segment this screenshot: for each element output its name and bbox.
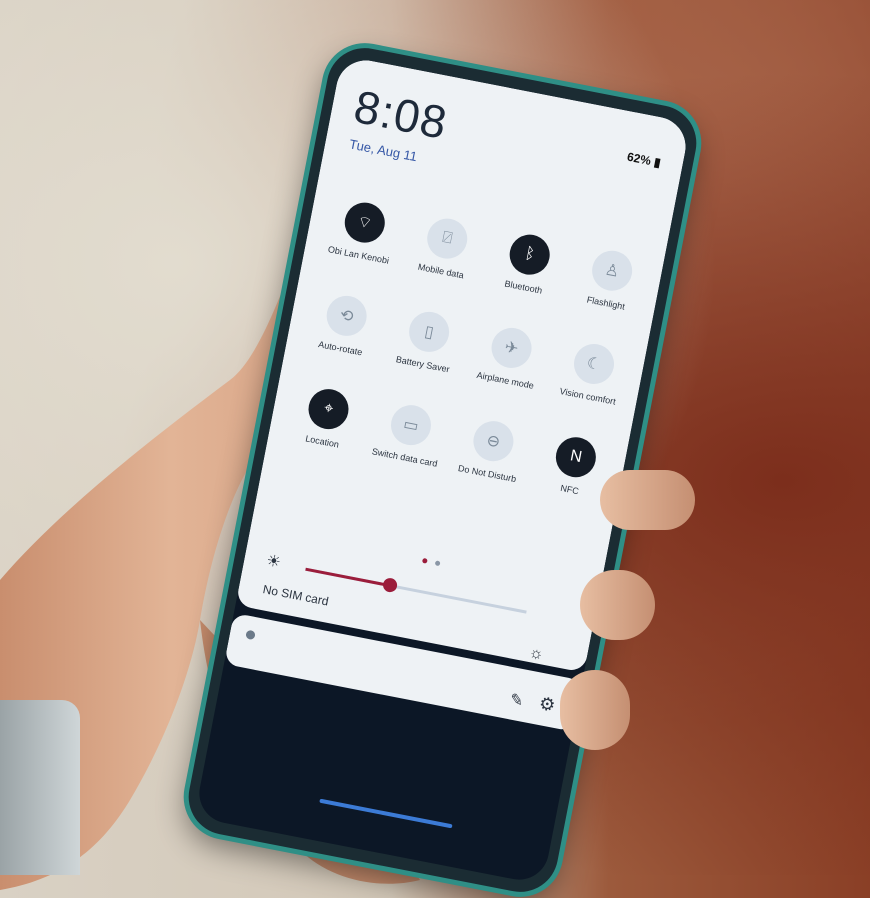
tile-label: Location — [304, 433, 340, 450]
tile-label: Flashlight — [585, 294, 626, 312]
tile-switch-data-card[interactable]: ▭ Switch data card — [362, 398, 456, 471]
nfc-icon: N — [552, 433, 600, 481]
auto-brightness-icon[interactable]: ☼ — [527, 644, 545, 664]
tile-bluetooth[interactable]: ᛒ Bluetooth — [481, 227, 575, 300]
page-dot-active — [421, 557, 428, 564]
battery-status: 62% ▮ — [626, 150, 662, 170]
tile-mobile-data[interactable]: ⍁ Mobile data — [399, 211, 493, 284]
tile-label: Vision comfort — [558, 386, 617, 407]
wifi-icon: ⌔ — [341, 199, 389, 247]
brightness-track[interactable] — [305, 567, 527, 614]
tile-label: Do Not Disturb — [457, 463, 518, 485]
flashlight-icon: ♙ — [588, 247, 636, 295]
tile-vision-comfort[interactable]: ☾ Vision comfort — [546, 336, 640, 409]
tile-airplane-mode[interactable]: ✈ Airplane mode — [463, 320, 557, 393]
tile-battery-saver[interactable]: ▯ Battery Saver — [381, 304, 475, 377]
battery-saver-icon: ▯ — [405, 308, 453, 356]
tile-label: Mobile data — [417, 261, 465, 281]
brightness-fill — [305, 567, 390, 587]
moon-icon: ☾ — [570, 340, 618, 388]
sim-status: No SIM card — [261, 582, 330, 609]
home-indicator[interactable] — [319, 798, 453, 829]
tile-wifi[interactable]: ⌔ Obi Lan Kenobi — [316, 195, 410, 268]
mobile-data-icon: ⍁ — [423, 215, 471, 263]
do-not-disturb-icon: ⊖ — [469, 417, 517, 465]
sim-card-icon: ▭ — [387, 401, 435, 449]
finger — [580, 570, 655, 640]
battery-icon: ▮ — [652, 154, 662, 170]
tile-flashlight[interactable]: ♙ Flashlight — [564, 243, 658, 316]
notification-dot — [245, 629, 256, 641]
finger — [560, 670, 630, 750]
brightness-low-icon: ☀ — [264, 552, 283, 572]
page-indicator — [421, 550, 446, 572]
tile-do-not-disturb[interactable]: ⊖ Do Not Disturb — [445, 414, 539, 487]
tile-label: Switch data card — [371, 446, 439, 469]
tile-label: Bluetooth — [503, 278, 544, 296]
tile-label: Battery Saver — [395, 354, 451, 375]
bluetooth-icon: ᛒ — [506, 231, 554, 279]
tile-label: Obi Lan Kenobi — [327, 244, 390, 266]
settings-gear-icon[interactable]: ⚙ — [537, 693, 557, 717]
airplane-icon: ✈ — [488, 324, 536, 372]
watch-band — [0, 700, 80, 875]
battery-percent: 62% — [625, 149, 653, 168]
location-pin-icon: ⌖ — [305, 385, 352, 433]
tile-label: Auto-rotate — [317, 339, 364, 358]
edit-pencil-icon[interactable]: ✎ — [508, 689, 525, 711]
page-dot — [435, 560, 441, 567]
tile-label: Airplane mode — [475, 369, 535, 391]
auto-rotate-icon: ⟲ — [323, 292, 371, 340]
finger — [600, 470, 695, 530]
tile-location[interactable]: ⌖ Location — [280, 381, 374, 454]
brightness-knob[interactable] — [381, 576, 398, 594]
tile-auto-rotate[interactable]: ⟲ Auto-rotate — [298, 288, 392, 361]
